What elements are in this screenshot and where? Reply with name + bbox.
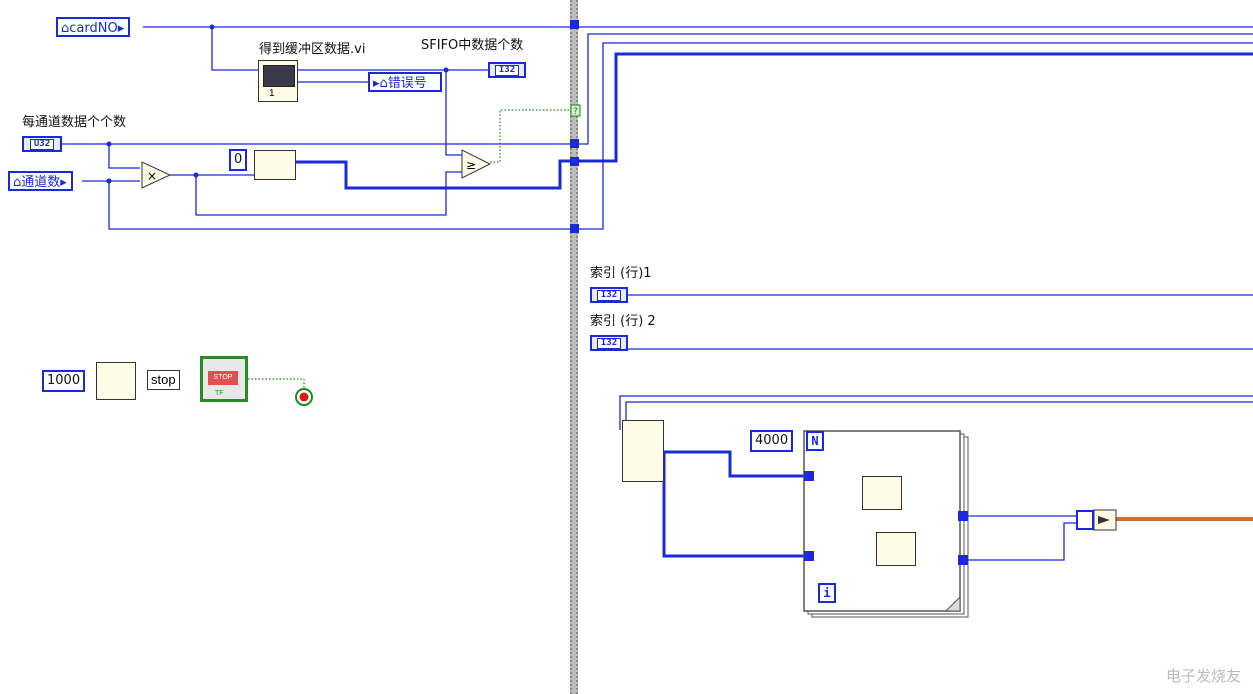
monitor-icon: [263, 65, 295, 87]
qmark-tunnel-label: ?: [573, 107, 578, 117]
sfifo-indicator: I32: [488, 62, 526, 78]
index-row1-indicator: I32: [590, 287, 628, 303]
metronome-icon: [96, 362, 136, 400]
stop-label: stop: [147, 370, 180, 390]
index-array-inner-2: [876, 532, 916, 566]
cardno-label: cardNO: [69, 21, 118, 36]
subvi-terminal: 1: [269, 88, 275, 99]
compare-symbol: ≥: [466, 158, 476, 172]
initialize-array-node: [254, 150, 296, 180]
multiply-symbol: ×: [147, 169, 157, 183]
subvi-icon[interactable]: 1: [258, 60, 298, 102]
stop-button[interactable]: STOP TF: [200, 356, 248, 402]
index-row1-label: 索引 (行)1: [590, 266, 652, 281]
loop-n-terminal: N: [806, 431, 824, 451]
watermark: 电子发烧友: [1165, 667, 1241, 685]
index-array-inner-1: [862, 476, 902, 510]
channels-control[interactable]: ⌂通道数▸: [8, 171, 73, 191]
wait-ms-constant[interactable]: 1000: [42, 370, 86, 392]
loop-count-constant[interactable]: 4000: [750, 430, 794, 452]
per-channel-label: 每通道数据个个数: [22, 115, 127, 130]
per-channel-control[interactable]: U32: [22, 136, 62, 152]
bundle-inputs: [1076, 510, 1094, 530]
wires-boolean: [248, 109, 570, 394]
index-row2-label: 索引 (行) 2: [590, 314, 656, 329]
index-row2-indicator: I32: [590, 335, 628, 351]
wires-thin: [62, 26, 1253, 594]
sfifo-label: SFIFO中数据个数: [421, 38, 524, 53]
error-indicator: ▸⌂错误号: [368, 72, 442, 92]
zero-constant[interactable]: 0: [229, 149, 248, 171]
index-array-node: [622, 420, 664, 482]
subvi-label: 得到缓冲区数据.vi: [259, 42, 366, 57]
cardno-control[interactable]: ⌂cardNO▸: [56, 17, 131, 37]
loop-i-terminal: i: [818, 583, 836, 603]
wires-array: [296, 52, 1253, 558]
